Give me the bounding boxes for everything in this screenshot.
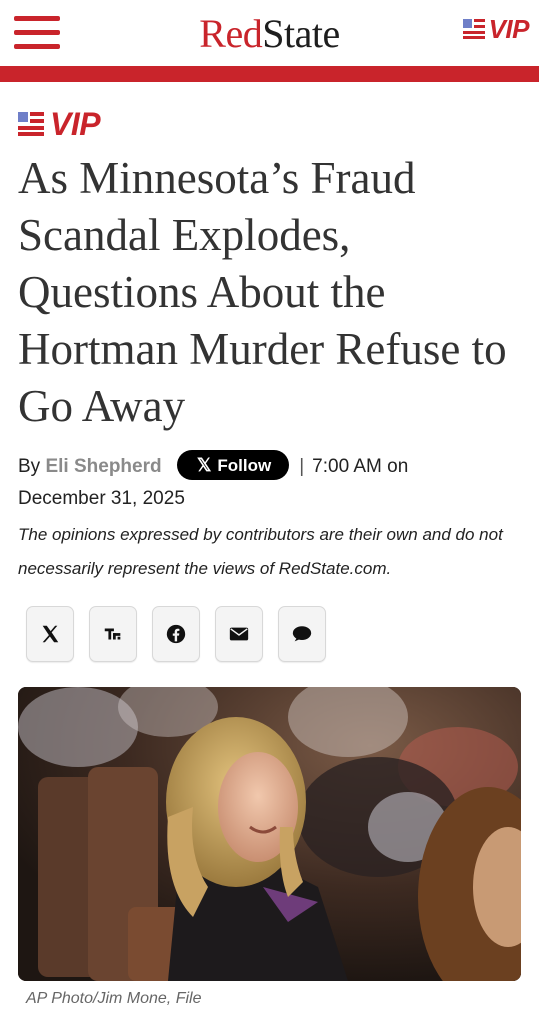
share-facebook-button[interactable] bbox=[152, 606, 200, 662]
site-logo[interactable]: RedState bbox=[0, 10, 539, 57]
header-vip-button[interactable]: VIP bbox=[462, 14, 530, 44]
comment-icon bbox=[292, 626, 312, 642]
opinion-disclaimer: The opinions expressed by contributors a… bbox=[18, 525, 503, 578]
share-email-button[interactable] bbox=[215, 606, 263, 662]
share-x-button[interactable] bbox=[26, 606, 74, 662]
follow-label: Follow bbox=[217, 456, 272, 475]
site-header: RedState VIP bbox=[0, 0, 539, 66]
publish-date: December 31, 2025 bbox=[18, 488, 185, 509]
photo-image bbox=[18, 687, 521, 981]
flag-icon bbox=[18, 112, 44, 136]
article-photo bbox=[18, 687, 521, 981]
logo-red-text: Red bbox=[199, 11, 263, 56]
byline-separator: | bbox=[299, 456, 305, 477]
header-red-bar bbox=[0, 66, 539, 82]
author-link[interactable]: Eli Shepherd bbox=[45, 456, 161, 477]
x-icon: 𝕏 bbox=[196, 455, 212, 475]
byline-prefix: By bbox=[18, 456, 41, 477]
article-vip-tag[interactable]: VIP bbox=[18, 106, 101, 142]
facebook-icon bbox=[166, 624, 186, 644]
email-icon bbox=[229, 627, 249, 641]
x-follow-button[interactable]: 𝕏 Follow bbox=[176, 450, 290, 480]
vip-label: VIP bbox=[488, 14, 530, 44]
photo-caption: AP Photo/Jim Mone, File bbox=[26, 990, 202, 1007]
share-comment-button[interactable] bbox=[278, 606, 326, 662]
share-truth-social-button[interactable] bbox=[89, 606, 137, 662]
share-buttons bbox=[26, 606, 326, 662]
publish-time: 7:00 AM on bbox=[312, 456, 409, 477]
article-title: As Minnesota’s Fraud Scandal Explodes, Q… bbox=[18, 153, 507, 431]
byline: By Eli Shepherd 𝕏 Follow | 7:00 AM on Decem… bbox=[18, 450, 528, 515]
x-icon bbox=[42, 625, 59, 643]
logo-dark-text: State bbox=[262, 11, 340, 56]
flag-icon bbox=[462, 19, 485, 39]
truth-social-icon bbox=[104, 628, 121, 640]
vip-label: VIP bbox=[50, 106, 101, 142]
